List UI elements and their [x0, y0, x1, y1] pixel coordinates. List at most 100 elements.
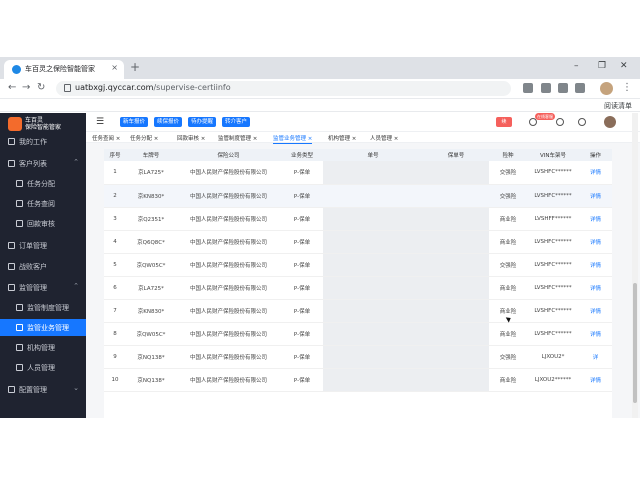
renewal-quote-button[interactable]: 续保报价: [154, 117, 182, 127]
extension-icon[interactable]: [575, 83, 585, 93]
tab-close-icon[interactable]: ×: [111, 63, 118, 72]
cell-policy-no-redacted: [423, 184, 489, 208]
detail-link[interactable]: 详情: [579, 253, 612, 277]
col-header: 保单号: [423, 149, 489, 161]
cell-insurance-kind: 商业险: [489, 276, 527, 300]
detail-link[interactable]: 详情: [579, 230, 612, 254]
table-row: 4 京Q6Q8C* 中国人民财产保险股份有限公司 P-保单 商业险 LVSHFC*****…: [104, 230, 612, 254]
fullscreen-icon[interactable]: [556, 118, 564, 126]
online-service-badge[interactable]: 在线客服: [535, 113, 555, 120]
tag-close-icon[interactable]: ×: [154, 136, 159, 142]
sidebar-item-org-mgmt[interactable]: 机构管理: [0, 339, 86, 356]
sidebar-item-lost-customers[interactable]: 战败客户: [0, 258, 86, 275]
refresh-icon[interactable]: [578, 118, 586, 126]
cell-order-no-redacted: [323, 299, 423, 323]
cell-company: 中国人民财产保险股份有限公司: [176, 322, 281, 346]
detail-link[interactable]: 详情: [579, 368, 612, 392]
cell-index: 1: [104, 161, 126, 185]
config-icon: [8, 386, 15, 393]
table-row: 10 京NQ138* 中国人民财产保险股份有限公司 P-保单 商业险 LJXOU2****…: [104, 368, 612, 392]
menu-fold-icon[interactable]: ☰: [96, 117, 104, 127]
page-scrollbar[interactable]: [632, 113, 638, 418]
tag-business-mgmt[interactable]: 监管业务管理 ×: [273, 134, 313, 144]
translate-icon[interactable]: [541, 83, 551, 93]
table-row: 6 京LA725* 中国人民财产保险股份有限公司 P-保单 商业险 LVSHFC*****…: [104, 276, 612, 300]
cell-order-no-redacted: [323, 230, 423, 254]
detail-link[interactable]: 详情: [579, 322, 612, 346]
cell-index: 6: [104, 276, 126, 300]
table-row: 9 京NQ138* 中国人民财产保险股份有限公司 P-保单 交强险 LJXOU2* 详: [104, 345, 612, 369]
reading-list-link[interactable]: 阅读清单: [604, 101, 632, 111]
tag-close-icon[interactable]: ×: [116, 136, 121, 142]
detail-link[interactable]: 详情: [579, 299, 612, 323]
new-tab-button[interactable]: +: [130, 60, 140, 74]
cell-business-type: P-保单: [281, 345, 323, 369]
close-window-button[interactable]: ✕: [620, 61, 628, 71]
tag-close-icon[interactable]: ×: [308, 136, 313, 142]
minimize-button[interactable]: –: [574, 61, 579, 71]
reload-icon[interactable]: ↻: [37, 82, 45, 93]
cell-company: 中国人民财产保险股份有限公司: [176, 368, 281, 392]
sidebar-item-task-assign[interactable]: 任务分配: [0, 175, 86, 192]
sidebar-item-rule-mgmt[interactable]: 监管制度管理: [0, 299, 86, 316]
tag-task-view[interactable]: 任务查阅 ×: [92, 134, 120, 142]
org-icon: [16, 344, 23, 351]
table-container: 序号 车牌号 保险公司 业务类型 单号 保单号 险种 VIN车架号 操作 1 京L…: [104, 149, 612, 418]
tag-org-mgmt[interactable]: 机构管理 ×: [328, 134, 356, 142]
profile-avatar[interactable]: [600, 82, 613, 95]
cell-company: 中国人民财产保险股份有限公司: [176, 276, 281, 300]
tag-close-icon[interactable]: ×: [253, 136, 258, 142]
user-avatar[interactable]: [604, 116, 616, 128]
chevron-down-icon: ⌄: [73, 384, 79, 392]
tag-close-icon[interactable]: ×: [394, 136, 399, 142]
sidebar-item-label: 战败客户: [19, 263, 47, 271]
address-bar: ← → ↻ uatbxgj.qyccar.com/supervise-certi…: [0, 79, 640, 99]
sidebar-item-staff-mgmt[interactable]: 人员管理: [0, 359, 86, 376]
sidebar-item-label: 客户列表: [19, 160, 47, 168]
table-row: 2 京KN830* 中国人民财产保险股份有限公司 P-保单 交强险 LVSHFC*****…: [104, 184, 612, 208]
tag-rule-mgmt[interactable]: 监管制度管理 ×: [218, 134, 257, 142]
cell-index: 4: [104, 230, 126, 254]
renew-button[interactable]: 续: [496, 117, 512, 127]
sidebar-item-customers[interactable]: 客户列表 ⌃: [0, 155, 86, 172]
detail-link[interactable]: 详情: [579, 161, 612, 185]
sidebar-item-config[interactable]: 配置管理 ⌄: [0, 381, 86, 398]
tag-payment-audit[interactable]: 回款审核 ×: [177, 134, 205, 142]
tag-close-icon[interactable]: ×: [201, 136, 206, 142]
tag-staff-mgmt[interactable]: 人员管理 ×: [370, 134, 398, 142]
tag-close-icon[interactable]: ×: [352, 136, 357, 142]
cell-order-no-redacted: [323, 253, 423, 277]
forward-icon[interactable]: →: [22, 82, 30, 93]
new-car-quote-button[interactable]: 新车报价: [120, 117, 148, 127]
sidebar-item-business-mgmt[interactable]: 监管业务管理: [0, 319, 86, 336]
cell-business-type: P-保单: [281, 184, 323, 208]
detail-link[interactable]: 详情: [579, 207, 612, 231]
user-list-icon: [8, 160, 15, 167]
sidebar-item-task-view[interactable]: 任务查阅: [0, 195, 86, 212]
cell-company: 中国人民财产保险股份有限公司: [176, 161, 281, 185]
cell-order-no-redacted: [323, 322, 423, 346]
key-icon[interactable]: [523, 83, 533, 93]
todo-reminder-button[interactable]: 待办提醒: [188, 117, 216, 127]
scrollbar-thumb[interactable]: [633, 283, 637, 403]
browser-tab[interactable]: 车百灵之保险智能管家 ×: [4, 60, 124, 79]
tag-task-assign[interactable]: 任务分配 ×: [130, 134, 158, 142]
sidebar-item-orders[interactable]: 订单管理: [0, 237, 86, 254]
sidebar-item-supervision[interactable]: 监管管理 ⌃: [0, 279, 86, 296]
table-header-row: 序号 车牌号 保险公司 业务类型 单号 保单号 险种 VIN车架号 操作: [104, 149, 612, 161]
col-header: 业务类型: [281, 149, 323, 161]
sidebar-item-my-work[interactable]: 我的工作: [0, 133, 86, 150]
sidebar-item-payment-audit[interactable]: 回款审核: [0, 215, 86, 232]
detail-link[interactable]: 详: [579, 345, 612, 369]
maximize-button[interactable]: ❐: [598, 61, 606, 71]
bookmarks-bar: 阅读清单: [0, 99, 640, 112]
star-icon[interactable]: [558, 83, 568, 93]
url-input[interactable]: uatbxgj.qyccar.com/supervise-certiinfo: [56, 81, 511, 96]
detail-link[interactable]: 详情: [579, 184, 612, 208]
referral-customer-button[interactable]: 转介客户: [222, 117, 250, 127]
cell-policy-no-redacted: [423, 276, 489, 300]
menu-dots-icon[interactable]: ⋮: [622, 82, 632, 93]
back-icon[interactable]: ←: [8, 82, 16, 93]
detail-link[interactable]: 详情: [579, 276, 612, 300]
col-header: 险种: [489, 149, 527, 161]
